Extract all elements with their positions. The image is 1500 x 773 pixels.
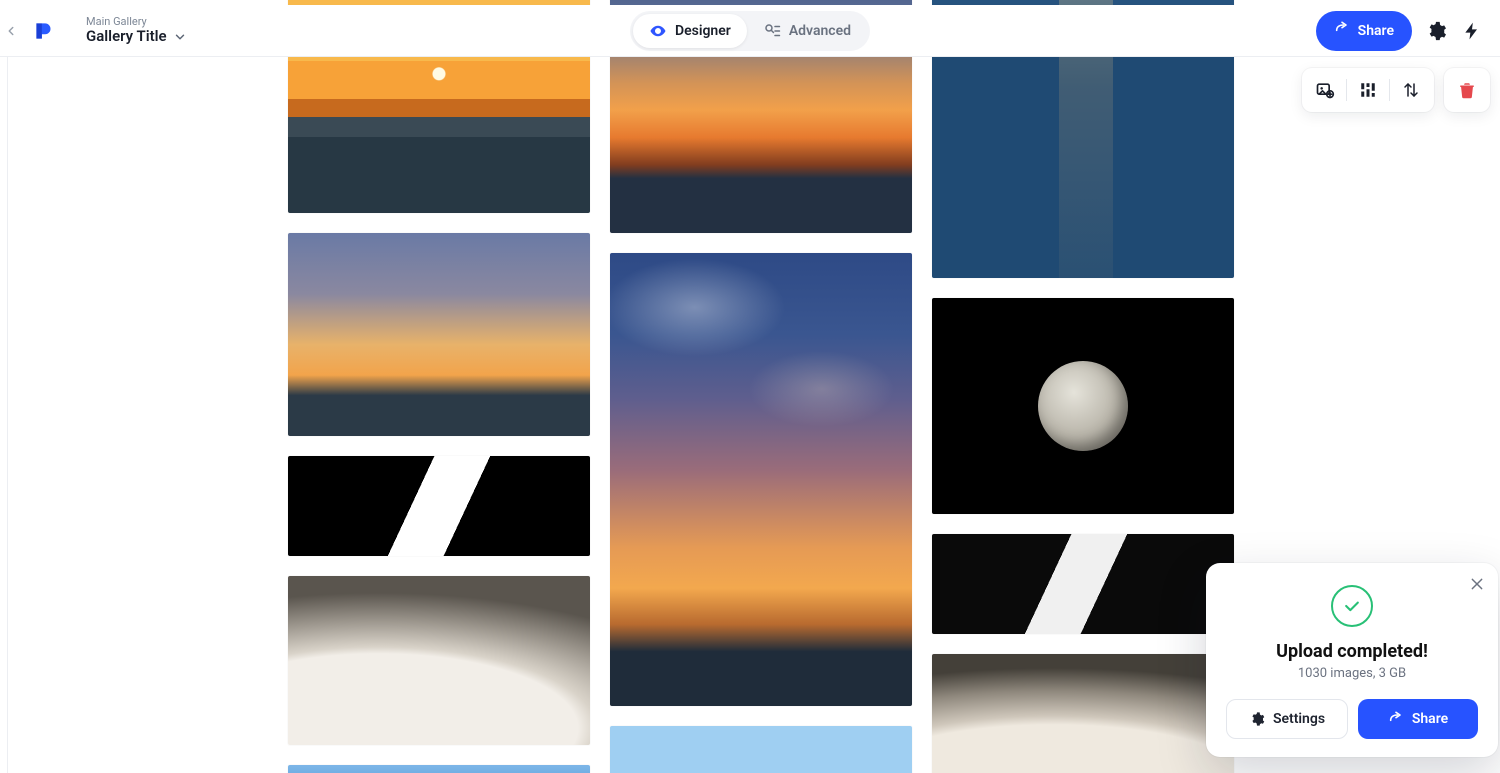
topbar: Main Gallery Gallery Title Designer Adva… — [0, 5, 1500, 57]
upload-complete-toast: Upload completed! 1030 images, 3 GB Sett… — [1206, 563, 1498, 757]
gallery-tile[interactable] — [288, 576, 590, 745]
gallery-tile[interactable] — [932, 298, 1234, 514]
trash-icon — [1458, 81, 1476, 99]
gear-icon — [1249, 711, 1265, 727]
gear-icon — [1425, 20, 1447, 42]
share-button-label: Share — [1358, 23, 1394, 39]
gallery-columns — [288, 0, 1234, 773]
share-arrow-icon — [1334, 21, 1350, 41]
success-check-icon — [1331, 585, 1373, 627]
mode-designer-label: Designer — [675, 23, 731, 39]
chevron-down-icon — [173, 30, 187, 44]
floating-toolbar — [1302, 68, 1490, 112]
topbar-left: Main Gallery Gallery Title — [0, 13, 187, 49]
gallery-tile[interactable] — [288, 233, 590, 436]
image-plus-icon — [1315, 80, 1335, 100]
toolbar-separator — [1389, 79, 1390, 101]
gallery-column — [610, 0, 912, 773]
eye-icon — [649, 22, 667, 40]
toolbar-group-delete — [1444, 68, 1490, 112]
share-arrow-icon — [1388, 711, 1404, 727]
gallery-tile[interactable] — [932, 654, 1234, 773]
left-rail — [0, 57, 8, 773]
gallery-tile[interactable] — [610, 253, 912, 706]
gallery-tile[interactable] — [288, 456, 590, 556]
app-logo[interactable] — [26, 13, 62, 49]
add-image-button[interactable] — [1306, 72, 1344, 108]
toolbar-separator — [1346, 79, 1347, 101]
layout-grid-icon — [1359, 81, 1377, 99]
mode-designer[interactable]: Designer — [633, 14, 747, 48]
toolbar-group-main — [1302, 68, 1434, 112]
toast-settings-button[interactable]: Settings — [1226, 699, 1348, 739]
close-icon — [1469, 576, 1485, 592]
toast-subline: 1030 images, 3 GB — [1298, 666, 1406, 681]
toast-close-button[interactable] — [1466, 573, 1488, 595]
share-button[interactable]: Share — [1316, 11, 1412, 51]
lightning-button[interactable] — [1460, 19, 1484, 43]
gallery-tile[interactable] — [610, 726, 912, 773]
lightning-icon — [1462, 21, 1482, 41]
mode-advanced-label: Advanced — [789, 23, 851, 39]
mode-switcher: Designer Advanced — [630, 11, 870, 51]
gallery-tile[interactable] — [932, 534, 1234, 634]
title-block[interactable]: Main Gallery Gallery Title — [86, 16, 187, 46]
gallery-title: Gallery Title — [86, 28, 167, 45]
toast-settings-label: Settings — [1273, 711, 1325, 727]
toast-share-button[interactable]: Share — [1358, 699, 1478, 739]
topbar-right: Share — [1316, 11, 1484, 51]
toast-share-label: Share — [1412, 711, 1448, 727]
toast-actions: Settings Share — [1226, 699, 1478, 739]
settings-button[interactable] — [1424, 19, 1448, 43]
delete-button[interactable] — [1448, 72, 1486, 108]
back-button[interactable] — [4, 24, 18, 38]
gallery-tile[interactable] — [288, 765, 590, 773]
list-search-icon — [763, 22, 781, 40]
layout-button[interactable] — [1349, 72, 1387, 108]
gallery-column — [932, 0, 1234, 773]
sort-button[interactable] — [1392, 72, 1430, 108]
toast-headline: Upload completed! — [1276, 641, 1428, 662]
gallery-column — [288, 0, 590, 773]
mode-advanced[interactable]: Advanced — [747, 14, 867, 48]
sort-arrows-icon — [1402, 81, 1420, 99]
